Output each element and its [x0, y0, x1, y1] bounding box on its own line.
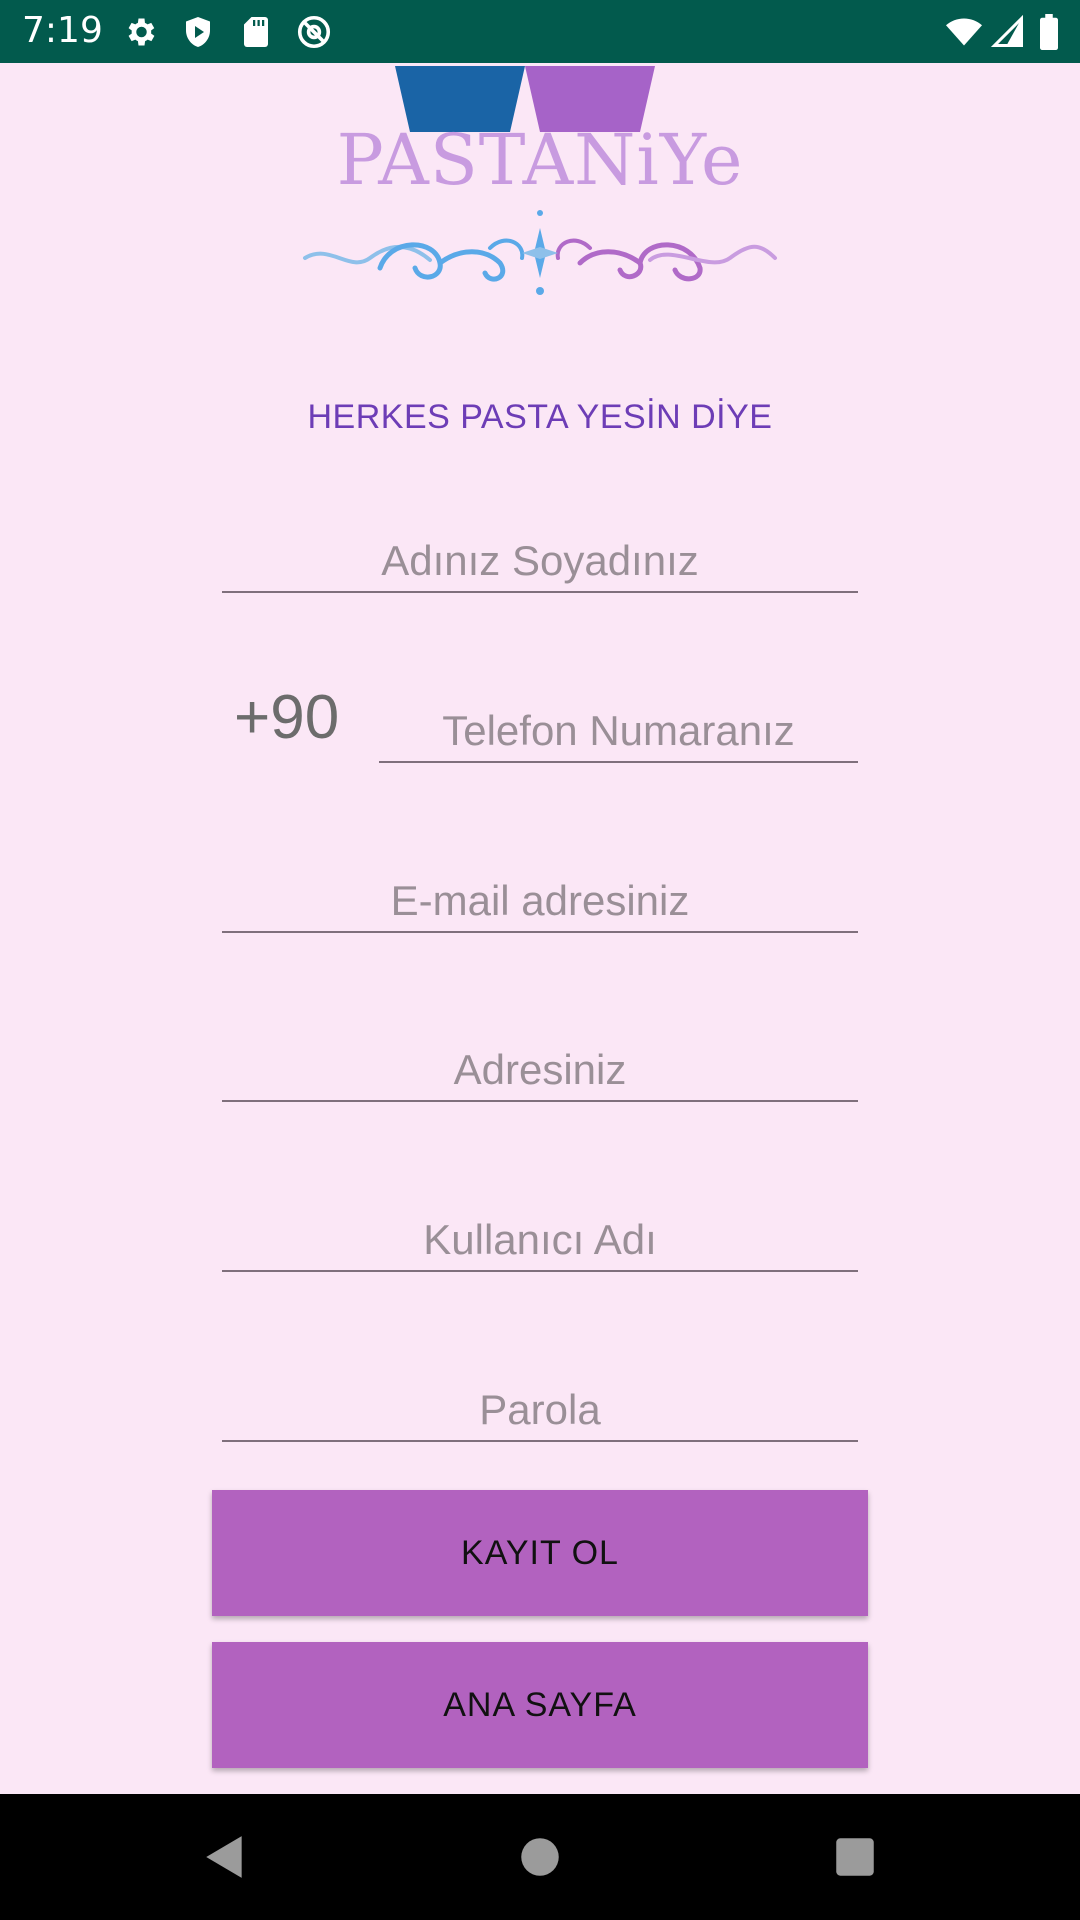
phone-input[interactable]: [379, 701, 858, 761]
address-field[interactable]: [222, 1040, 858, 1102]
country-code: +90: [234, 683, 340, 752]
wifi-icon: [944, 14, 984, 50]
battery-icon: [1038, 14, 1060, 50]
logo-text: PASTANiYe: [336, 119, 744, 201]
email-field[interactable]: [222, 871, 858, 933]
pastaniye-logo: PASTANiYe: [290, 63, 790, 323]
status-bar: 7:19: [0, 0, 1080, 63]
back-icon[interactable]: [200, 1832, 250, 1882]
navigation-bar: [0, 1794, 1080, 1920]
play-protect-icon: [180, 14, 216, 50]
home-icon[interactable]: [515, 1832, 565, 1882]
at-sign-icon: [296, 14, 332, 50]
password-field[interactable]: [222, 1380, 858, 1442]
signal-icon: [990, 14, 1026, 50]
status-time: 7:19: [22, 10, 103, 51]
username-field[interactable]: [222, 1210, 858, 1272]
email-input[interactable]: [222, 871, 858, 931]
name-input[interactable]: [222, 531, 858, 591]
address-input[interactable]: [222, 1040, 858, 1100]
register-button[interactable]: KAYIT OL: [212, 1490, 868, 1616]
gear-icon: [122, 14, 158, 50]
sd-card-icon: [238, 14, 274, 50]
slogan: HERKES PASTA YESİN DİYE: [307, 398, 773, 436]
home-button[interactable]: ANA SAYFA: [212, 1642, 868, 1768]
phone-field[interactable]: [379, 701, 858, 763]
username-input[interactable]: [222, 1210, 858, 1270]
name-field[interactable]: [222, 531, 858, 593]
password-input[interactable]: [222, 1380, 858, 1440]
recents-icon[interactable]: [830, 1832, 880, 1882]
